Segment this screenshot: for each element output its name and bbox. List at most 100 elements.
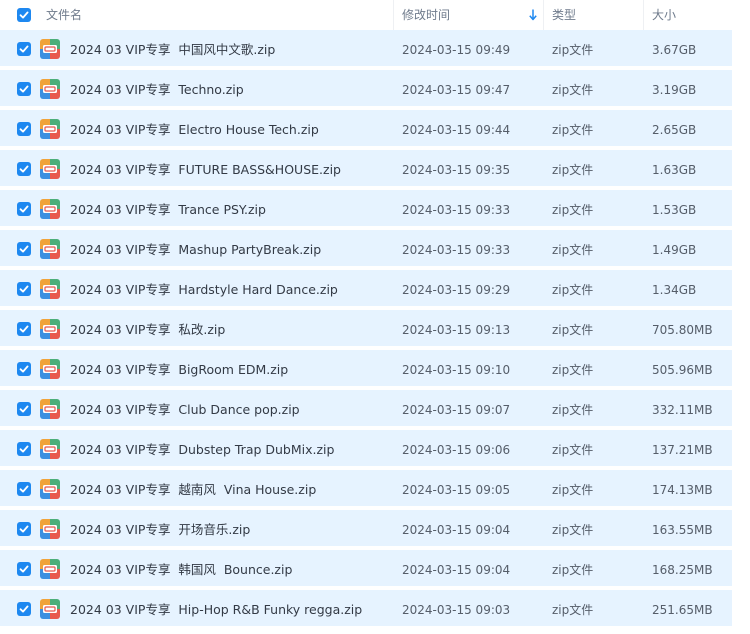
- file-name[interactable]: 2024 03 VIP专享 Hip-Hop R&B Funky regga.zi…: [70, 590, 362, 626]
- file-name[interactable]: 2024 03 VIP专享 BigRoom EDM.zip: [70, 350, 288, 386]
- column-header-type[interactable]: 类型: [552, 0, 576, 30]
- file-name[interactable]: 2024 03 VIP专享 Techno.zip: [70, 70, 244, 106]
- column-divider[interactable]: [393, 0, 394, 30]
- row-checkbox[interactable]: [17, 202, 31, 216]
- row-checkbox[interactable]: [17, 82, 31, 96]
- file-name[interactable]: 2024 03 VIP专享 Club Dance pop.zip: [70, 390, 300, 426]
- file-name[interactable]: 2024 03 VIP专享 FUTURE BASS&HOUSE.zip: [70, 150, 341, 186]
- zip-file-icon: [40, 199, 60, 219]
- file-modified-time: 2024-03-15 09:33: [402, 203, 511, 217]
- file-type: zip文件: [552, 603, 594, 617]
- row-checkbox[interactable]: [17, 602, 31, 616]
- file-modified-time: 2024-03-15 09:07: [402, 403, 511, 417]
- file-name[interactable]: 2024 03 VIP专享 越南风 Vina House.zip: [70, 470, 316, 506]
- file-modified-time: 2024-03-15 09:06: [402, 443, 511, 457]
- file-size: 1.53GB: [652, 203, 697, 217]
- row-checkbox[interactable]: [17, 442, 31, 456]
- file-size: 1.63GB: [652, 163, 697, 177]
- row-checkbox[interactable]: [17, 162, 31, 176]
- file-type: zip文件: [552, 163, 594, 177]
- row-checkbox[interactable]: [17, 322, 31, 336]
- file-type: zip文件: [552, 483, 594, 497]
- check-icon: [19, 205, 29, 213]
- row-checkbox[interactable]: [17, 282, 31, 296]
- file-size: 1.49GB: [652, 243, 697, 257]
- row-checkbox[interactable]: [17, 562, 31, 576]
- row-checkbox[interactable]: [17, 122, 31, 136]
- file-type: zip文件: [552, 563, 594, 577]
- check-icon: [19, 85, 29, 93]
- column-divider[interactable]: [643, 0, 644, 30]
- row-checkbox[interactable]: [17, 362, 31, 376]
- file-size: 3.19GB: [652, 83, 697, 97]
- file-size: 137.21MB: [652, 443, 713, 457]
- file-row[interactable]: 2024 03 VIP专享 FUTURE BASS&HOUSE.zip 2024-…: [0, 150, 732, 186]
- file-name[interactable]: 2024 03 VIP专享 Hardstyle Hard Dance.zip: [70, 270, 338, 306]
- file-row[interactable]: 2024 03 VIP专享 Club Dance pop.zip 2024-03-…: [0, 390, 732, 426]
- file-modified-time: 2024-03-15 09:05: [402, 483, 511, 497]
- file-size: 163.55MB: [652, 523, 713, 537]
- zip-file-icon: [40, 559, 60, 579]
- zip-file-icon: [40, 279, 60, 299]
- file-name[interactable]: 2024 03 VIP专享 Electro House Tech.zip: [70, 110, 319, 146]
- check-icon: [19, 525, 29, 533]
- row-checkbox[interactable]: [17, 242, 31, 256]
- file-type: zip文件: [552, 203, 594, 217]
- file-modified-time: 2024-03-15 09:29: [402, 283, 511, 297]
- zip-file-icon: [40, 359, 60, 379]
- file-size: 174.13MB: [652, 483, 713, 497]
- file-row[interactable]: 2024 03 VIP专享 Electro House Tech.zip 2024…: [0, 110, 732, 146]
- file-name[interactable]: 2024 03 VIP专享 Trance PSY.zip: [70, 190, 266, 226]
- file-type: zip文件: [552, 43, 594, 57]
- file-row[interactable]: 2024 03 VIP专享 私改.zip 2024-03-15 09:13 zip文…: [0, 310, 732, 346]
- file-type: zip文件: [552, 363, 594, 377]
- file-row[interactable]: 2024 03 VIP专享 Mashup PartyBreak.zip 2024-…: [0, 230, 732, 266]
- file-modified-time: 2024-03-15 09:04: [402, 563, 511, 577]
- column-divider[interactable]: [543, 0, 544, 30]
- file-name[interactable]: 2024 03 VIP专享 开场音乐.zip: [70, 510, 250, 546]
- check-icon: [19, 365, 29, 373]
- column-header-name[interactable]: 文件名: [46, 0, 82, 30]
- file-type: zip文件: [552, 403, 594, 417]
- check-icon: [19, 405, 29, 413]
- file-row[interactable]: 2024 03 VIP专享 开场音乐.zip 2024-03-15 09:04 zi…: [0, 510, 732, 546]
- file-type: zip文件: [552, 283, 594, 297]
- file-row[interactable]: 2024 03 VIP专享 Trance PSY.zip 2024-03-15 0…: [0, 190, 732, 226]
- file-row[interactable]: 2024 03 VIP专享 Dubstep Trap DubMix.zip 202…: [0, 430, 732, 466]
- file-type: zip文件: [552, 523, 594, 537]
- file-name[interactable]: 2024 03 VIP专享 韩国风 Bounce.zip: [70, 550, 292, 586]
- file-modified-time: 2024-03-15 09:33: [402, 243, 511, 257]
- row-checkbox[interactable]: [17, 522, 31, 536]
- file-type: zip文件: [552, 123, 594, 137]
- check-icon: [19, 565, 29, 573]
- file-name[interactable]: 2024 03 VIP专享 中国风中文歌.zip: [70, 30, 275, 66]
- row-checkbox[interactable]: [17, 402, 31, 416]
- file-row[interactable]: 2024 03 VIP专享 韩国风 Bounce.zip 2024-03-15 0…: [0, 550, 732, 586]
- file-size: 332.11MB: [652, 403, 713, 417]
- file-row[interactable]: 2024 03 VIP专享 中国风中文歌.zip 2024-03-15 09:49…: [0, 30, 732, 66]
- file-row[interactable]: 2024 03 VIP专享 越南风 Vina House.zip 2024-03-…: [0, 470, 732, 506]
- column-header-modified[interactable]: 修改时间: [402, 0, 450, 30]
- file-row[interactable]: 2024 03 VIP专享 Hip-Hop R&B Funky regga.zi…: [0, 590, 732, 626]
- file-name[interactable]: 2024 03 VIP专享 Mashup PartyBreak.zip: [70, 230, 321, 266]
- file-modified-time: 2024-03-15 09:10: [402, 363, 511, 377]
- zip-file-icon: [40, 39, 60, 59]
- file-modified-time: 2024-03-15 09:47: [402, 83, 511, 97]
- select-all-checkbox[interactable]: [17, 8, 31, 22]
- zip-file-icon: [40, 239, 60, 259]
- column-header-size[interactable]: 大小: [652, 0, 676, 30]
- row-checkbox[interactable]: [17, 42, 31, 56]
- file-name[interactable]: 2024 03 VIP专享 私改.zip: [70, 310, 225, 346]
- file-name[interactable]: 2024 03 VIP专享 Dubstep Trap DubMix.zip: [70, 430, 334, 466]
- file-modified-time: 2024-03-15 09:44: [402, 123, 511, 137]
- sort-descending-icon[interactable]: [528, 8, 538, 22]
- file-modified-time: 2024-03-15 09:49: [402, 43, 511, 57]
- file-row[interactable]: 2024 03 VIP专享 Hardstyle Hard Dance.zip 20…: [0, 270, 732, 306]
- check-icon: [19, 11, 29, 19]
- file-row[interactable]: 2024 03 VIP专享 Techno.zip 2024-03-15 09:47…: [0, 70, 732, 106]
- row-checkbox[interactable]: [17, 482, 31, 496]
- check-icon: [19, 285, 29, 293]
- file-row[interactable]: 2024 03 VIP专享 BigRoom EDM.zip 2024-03-15 …: [0, 350, 732, 386]
- file-size: 2.65GB: [652, 123, 697, 137]
- check-icon: [19, 605, 29, 613]
